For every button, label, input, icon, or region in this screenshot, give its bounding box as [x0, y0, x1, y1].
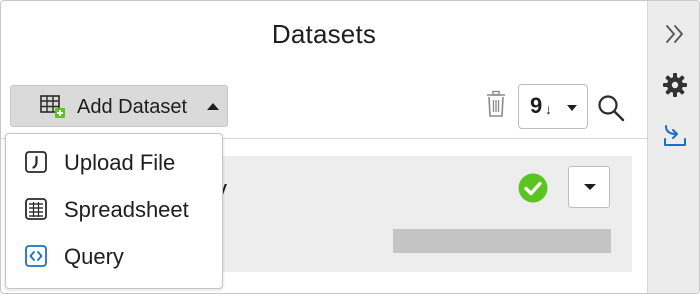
sort-select[interactable]: 9 ↓ [518, 84, 588, 129]
progress-fill [393, 229, 611, 253]
menu-item-upload-file[interactable]: Upload File [6, 142, 222, 182]
chevron-down-icon [567, 105, 577, 111]
trash-icon[interactable] [484, 90, 508, 118]
gear-icon[interactable] [662, 72, 688, 98]
success-check-icon [518, 173, 548, 203]
caret-up-icon [207, 103, 219, 110]
chevron-down-icon [584, 184, 596, 190]
main-panel: Datasets Add Dataset 9 ↓ Upload File Spr… [1, 1, 647, 293]
menu-item-label: Query [64, 244, 124, 269]
right-sidebar [647, 1, 699, 293]
add-table-icon [40, 95, 65, 118]
sort-descending-icon: ↓ [545, 101, 552, 117]
add-dataset-button[interactable]: Add Dataset [10, 85, 228, 127]
upload-file-icon [25, 151, 47, 173]
menu-item-query[interactable]: Query [6, 236, 222, 276]
page-title: Datasets [271, 19, 377, 49]
sort-value: 9 [530, 93, 543, 118]
menu-item-spreadsheet[interactable]: Spreadsheet [6, 189, 222, 229]
import-icon[interactable] [662, 122, 688, 148]
query-icon [25, 245, 47, 267]
collapse-chevrons-icon[interactable] [662, 21, 688, 47]
search-icon[interactable] [597, 94, 625, 122]
menu-item-label: Upload File [64, 150, 176, 175]
datasets-panel: Datasets Add Dataset 9 ↓ Upload File Spr… [0, 0, 700, 294]
menu-item-label: Spreadsheet [64, 197, 189, 222]
dataset-menu-button[interactable] [568, 166, 610, 208]
spreadsheet-icon [25, 198, 47, 220]
progress-bar [393, 229, 611, 253]
add-dataset-label: Add Dataset [77, 96, 188, 118]
add-dataset-menu: Upload File Spreadsheet Query [5, 133, 223, 289]
dataset-row[interactable]: v [197, 156, 632, 272]
